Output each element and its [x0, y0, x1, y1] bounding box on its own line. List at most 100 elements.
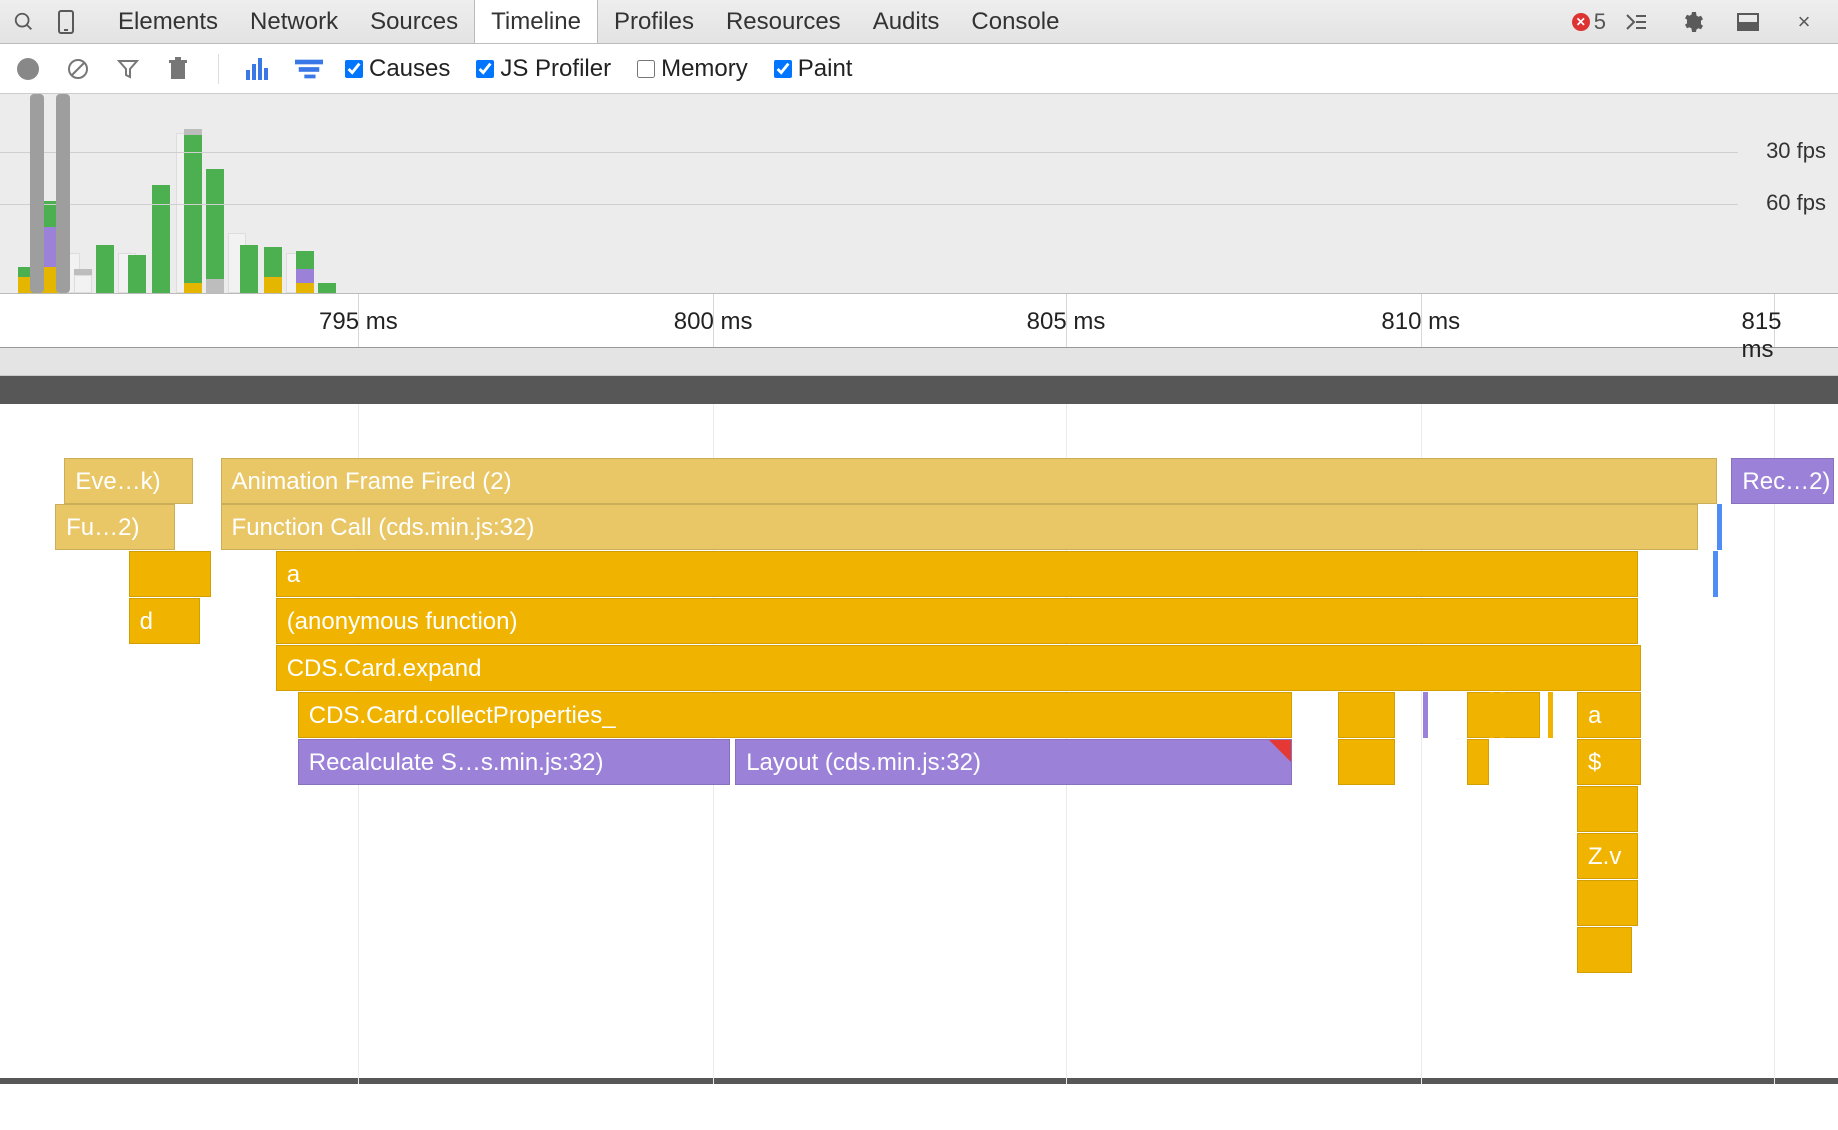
fps-label: 60 fps	[1766, 190, 1826, 216]
dock-icon[interactable]	[1732, 6, 1764, 38]
flame-bar[interactable]: Animation Frame Fired (2)	[221, 458, 1717, 504]
overview-frame-bar[interactable]	[206, 169, 224, 293]
flame-row: CDS.Card.expand	[0, 645, 1838, 691]
checkbox-input[interactable]	[637, 60, 655, 78]
flame-bar[interactable]	[1577, 880, 1638, 926]
flame-row: Fu…2) Function Call (cds.min.js:32)	[0, 504, 1838, 550]
flame-row: Z.v	[0, 833, 1838, 879]
checkbox-input[interactable]	[345, 60, 363, 78]
toggle-drawer-icon[interactable]	[1620, 6, 1652, 38]
search-icon[interactable]	[8, 6, 40, 38]
flame-sliver[interactable]	[1489, 692, 1494, 738]
ruler-tick-label: 815 ms	[1741, 308, 1805, 364]
fps-label: 30 fps	[1766, 138, 1826, 164]
flame-row: a	[0, 551, 1838, 597]
overview-seg	[184, 283, 202, 293]
flame-bar[interactable]	[1338, 739, 1395, 785]
flame-view-icon[interactable]	[295, 55, 323, 83]
overview-frame-bar[interactable]	[74, 269, 92, 293]
flame-bar[interactable]	[1467, 739, 1489, 785]
overview-seg	[128, 255, 146, 293]
flame-bar[interactable]	[1338, 692, 1395, 738]
settings-gear-icon[interactable]	[1676, 6, 1708, 38]
overview-frame-bar[interactable]	[184, 129, 202, 293]
checkbox-label: Paint	[798, 55, 853, 83]
flame-bar[interactable]: Fu…2)	[55, 504, 174, 550]
checkbox-input[interactable]	[774, 60, 792, 78]
flame-bar[interactable]: Z.v	[1577, 833, 1638, 879]
overview-frame-bar[interactable]	[264, 247, 282, 293]
checkbox-paint[interactable]: Paint	[774, 55, 853, 83]
overview-frame-bar[interactable]	[128, 255, 146, 293]
flame-bar[interactable]: a	[276, 551, 1638, 597]
overview-range-handle[interactable]	[30, 94, 44, 293]
flame-bar[interactable]	[1577, 927, 1632, 973]
flame-bar[interactable]: CDS.Card.collectProperties_	[298, 692, 1292, 738]
error-count-badge[interactable]: ✕ 5	[1572, 9, 1606, 35]
flame-bar[interactable]: d	[129, 598, 201, 644]
record-button[interactable]	[14, 55, 42, 83]
overview-seg	[296, 269, 314, 283]
tab-timeline[interactable]: Timeline	[474, 0, 598, 43]
flame-sliver[interactable]	[1713, 551, 1718, 597]
flame-sliver[interactable]	[1500, 692, 1505, 738]
tab-network[interactable]: Network	[234, 0, 354, 43]
flame-row: Eve…k) Animation Frame Fired (2) Rec…2)	[0, 458, 1838, 504]
tab-console[interactable]: Console	[955, 0, 1075, 43]
flame-bar[interactable]: Eve…k)	[64, 458, 193, 504]
flame-bar[interactable]: Layout (cds.min.js:32)	[735, 739, 1292, 785]
overview-frame-bar[interactable]	[240, 245, 258, 293]
flame-sliver[interactable]	[1423, 692, 1428, 738]
timeline-overview[interactable]: 30 fps 60 fps	[0, 94, 1838, 294]
flame-bar[interactable]: CDS.Card.expand	[276, 645, 1642, 691]
checkbox-js-profiler[interactable]: JS Profiler	[476, 55, 611, 83]
overview-frame-bar[interactable]	[318, 283, 336, 293]
flame-bar[interactable]: (anonymous function)	[276, 598, 1638, 644]
flame-bar[interactable]: a	[1577, 692, 1641, 738]
flame-sliver[interactable]	[1548, 692, 1553, 738]
flame-bar[interactable]	[1577, 786, 1638, 832]
overview-seg	[74, 275, 92, 293]
clear-icon[interactable]	[64, 55, 92, 83]
overview-seg	[96, 245, 114, 293]
bars-view-icon[interactable]	[245, 55, 273, 83]
flame-bar[interactable]: Recalculate S…s.min.js:32)	[298, 739, 730, 785]
checkbox-label: Memory	[661, 55, 748, 83]
checkbox-causes[interactable]: Causes	[345, 55, 450, 83]
flame-sliver[interactable]	[1717, 504, 1722, 550]
overview-seg	[206, 169, 224, 279]
flame-chart[interactable]: Eve…k)Animation Frame Fired (2)Rec…2)Fu……	[0, 404, 1838, 1084]
ruler-tick-label: 800 ms	[674, 308, 753, 336]
overview-frame-bar[interactable]	[296, 251, 314, 293]
overview-seg	[318, 283, 336, 293]
tab-resources[interactable]: Resources	[710, 0, 857, 43]
ruler-tick-label: 810 ms	[1381, 308, 1460, 336]
garbage-icon[interactable]	[164, 55, 192, 83]
overview-seg	[296, 283, 314, 293]
device-icon[interactable]	[50, 6, 82, 38]
checkbox-memory[interactable]: Memory	[637, 55, 748, 83]
time-ruler[interactable]: 795 ms800 ms805 ms810 ms815 ms	[0, 294, 1838, 348]
flame-bar[interactable]	[129, 551, 212, 597]
flame-row	[0, 927, 1838, 973]
overview-frame-bar[interactable]	[96, 245, 114, 293]
cpu-strip	[0, 348, 1838, 376]
tab-elements[interactable]: Elements	[102, 0, 234, 43]
close-icon[interactable]: ×	[1788, 6, 1820, 38]
devtools-tabbar: ElementsNetworkSourcesTimelineProfilesRe…	[0, 0, 1838, 44]
flame-row: Recalculate S…s.min.js:32)Layout (cds.mi…	[0, 739, 1838, 785]
overview-seg	[152, 185, 170, 293]
flame-bar[interactable]: Function Call (cds.min.js:32)	[221, 504, 1699, 550]
flame-bar[interactable]: $	[1577, 739, 1641, 785]
timeline-toolbar: Causes JS Profiler Memory Paint	[0, 44, 1838, 94]
flame-bar[interactable]: Rec…2)	[1731, 458, 1834, 504]
overview-range-handle[interactable]	[56, 94, 70, 293]
tab-audits[interactable]: Audits	[857, 0, 956, 43]
tab-sources[interactable]: Sources	[354, 0, 474, 43]
filter-icon[interactable]	[114, 55, 142, 83]
overview-frame-bar[interactable]	[152, 185, 170, 293]
checkbox-input[interactable]	[476, 60, 494, 78]
flame-row: d (anonymous function)	[0, 598, 1838, 644]
flame-row	[0, 880, 1838, 926]
tab-profiles[interactable]: Profiles	[598, 0, 710, 43]
